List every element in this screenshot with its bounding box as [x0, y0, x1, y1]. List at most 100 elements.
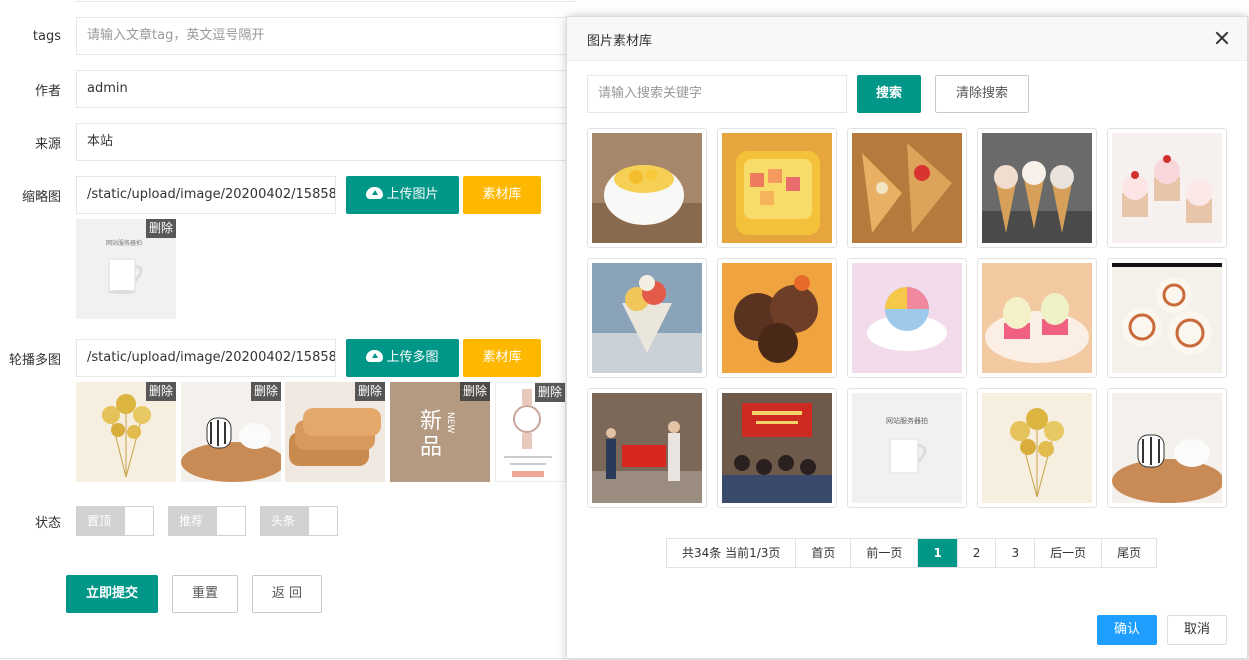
library-image-chocolate-ice-cream[interactable] [717, 258, 837, 378]
svg-text:品: 品 [420, 435, 442, 460]
carousel-delete-button-1[interactable]: 删除 [145, 382, 176, 401]
recommend-switch-label: 推荐 [169, 507, 217, 535]
sticky-switch-label: 置顶 [77, 507, 125, 535]
clear-search-button[interactable]: 清除搜索 [935, 75, 1029, 113]
submit-button[interactable]: 立即提交 [66, 575, 158, 613]
pager-page-3[interactable]: 3 [996, 539, 1036, 567]
pager-last[interactable]: 尾页 [1102, 539, 1156, 567]
confirm-button[interactable]: 确认 [1097, 615, 1157, 645]
author-label: 作者 [34, 83, 61, 99]
carousel-row: 轮播多图 [0, 339, 70, 377]
zebra-figurines-image [1112, 393, 1222, 503]
cupcakes-image [1112, 133, 1222, 243]
carousel-image-1: 删除 [76, 382, 176, 482]
thumbnail-path-input[interactable]: /static/upload/image/20200402/1585822 [76, 176, 336, 214]
library-image-meeting-photo[interactable] [587, 388, 707, 508]
cancel-button[interactable]: 取消 [1167, 615, 1227, 645]
upload-multi-label: 上传多图 [386, 350, 439, 365]
library-image-ice-cream-sundae[interactable] [587, 258, 707, 378]
carousel-image-3: 删除 [285, 382, 385, 482]
library-image-ice-cream-cones[interactable] [977, 128, 1097, 248]
pager-summary: 共34条 当前1/3页 [667, 539, 797, 567]
library-image-conference-hall[interactable] [717, 388, 837, 508]
carousel-image-5: 删除 [495, 382, 566, 482]
image-library-dialog: 图片素材库 请输入搜索关键字 搜索 清除搜索 网站服务器拍 共34条 当前1/3… [566, 16, 1248, 659]
pager-page-2[interactable]: 2 [958, 539, 997, 567]
svg-text:新: 新 [420, 409, 442, 434]
library-image-crepes[interactable] [847, 128, 967, 248]
carousel-delete-button-4[interactable]: 删除 [459, 382, 490, 401]
carousel-delete-button-5[interactable]: 删除 [534, 383, 565, 402]
carousel-image-2: 删除 [181, 382, 281, 482]
thumbnail-library-button[interactable]: 素材库 [463, 176, 541, 214]
source-input[interactable]: 本站 [76, 123, 576, 161]
pager-next[interactable]: 后一页 [1035, 539, 1103, 567]
carousel-path-input[interactable]: /static/upload/image/20200402/1585817 [76, 339, 336, 377]
carousel-image-4: 新 品 NEW 删除 [390, 382, 490, 482]
library-image-mango-dessert[interactable] [587, 128, 707, 248]
svg-text:NEW: NEW [445, 412, 455, 433]
pager-first[interactable]: 首页 [796, 539, 852, 567]
meeting-photo-image [592, 393, 702, 503]
source-row: 来源 [0, 123, 70, 161]
source-label: 来源 [34, 136, 61, 152]
tags-row: tags [0, 17, 70, 55]
svg-text:网站服务器拍: 网站服务器拍 [106, 239, 142, 247]
author-row: 作者 [0, 70, 70, 108]
cloud-upload-icon [366, 350, 384, 362]
dried-flowers-image [982, 393, 1092, 503]
ice-cream-sundae-image [592, 263, 702, 373]
mango-dessert-image [592, 133, 702, 243]
library-image-fruit-bowl[interactable] [717, 128, 837, 248]
back-button[interactable]: 返 回 [252, 575, 322, 613]
library-image-dried-flowers[interactable] [977, 388, 1097, 508]
thumbnail-delete-button[interactable]: 删除 [145, 219, 176, 238]
swirl-buns-image [1112, 263, 1222, 373]
cloud-upload-icon [366, 187, 384, 199]
library-image-cupcakes[interactable] [1107, 128, 1227, 248]
thumbnail-row: 缩略图 [0, 176, 70, 214]
author-input[interactable]: admin [76, 70, 576, 108]
carousel-library-button[interactable]: 素材库 [463, 339, 541, 377]
carousel-delete-button-3[interactable]: 删除 [354, 382, 385, 401]
fruit-bowl-image [722, 133, 832, 243]
tags-input[interactable]: 请输入文章tag，英文逗号隔开 [76, 17, 576, 55]
ice-cream-cones-image [982, 133, 1092, 243]
library-image-swirl-buns[interactable] [1107, 258, 1227, 378]
recommend-switch[interactable]: 推荐 [168, 506, 246, 536]
library-image-zebra-figurines[interactable] [1107, 388, 1227, 508]
egg-cupcakes-image [982, 263, 1092, 373]
bottom-divider [0, 658, 580, 659]
carousel-label: 轮播多图 [8, 352, 61, 368]
search-input[interactable]: 请输入搜索关键字 [587, 75, 847, 113]
crepes-image [852, 133, 962, 243]
library-image-rainbow-macaron[interactable] [847, 258, 967, 378]
carousel-delete-button-2[interactable]: 删除 [250, 382, 281, 401]
thumbnail-preview: 网站服务器拍 删除 [76, 219, 176, 319]
chocolate-ice-cream-image [722, 263, 832, 373]
conference-hall-image [722, 393, 832, 503]
svg-text:网站服务器拍: 网站服务器拍 [886, 416, 928, 425]
thumbnail-label: 缩略图 [21, 189, 61, 205]
search-button[interactable]: 搜索 [857, 75, 921, 113]
rainbow-macaron-image [852, 263, 962, 373]
status-label: 状态 [34, 515, 61, 531]
pager-page-1[interactable]: 1 [918, 539, 958, 567]
mug-mockup-image: 网站服务器拍 [852, 393, 962, 503]
library-image-mug-mockup[interactable]: 网站服务器拍 [847, 388, 967, 508]
pager-prev[interactable]: 前一页 [851, 539, 919, 567]
headline-switch[interactable]: 头条 [260, 506, 338, 536]
sticky-switch[interactable]: 置顶 [76, 506, 154, 536]
dialog-title: 图片素材库 [587, 34, 653, 49]
library-image-egg-cupcakes[interactable] [977, 258, 1097, 378]
upload-image-button[interactable]: 上传图片 [346, 176, 459, 214]
dialog-header: 图片素材库 [567, 17, 1247, 61]
title-input-edge[interactable] [76, 0, 576, 2]
upload-image-label: 上传图片 [386, 187, 439, 202]
status-row: 状态 [0, 502, 70, 540]
pagination: 共34条 当前1/3页 首页 前一页 1 2 3 后一页 尾页 [666, 538, 1158, 568]
reset-button[interactable]: 重置 [172, 575, 238, 613]
upload-multi-button[interactable]: 上传多图 [346, 339, 459, 377]
tags-label: tags [32, 28, 61, 44]
close-icon[interactable] [1215, 31, 1229, 45]
